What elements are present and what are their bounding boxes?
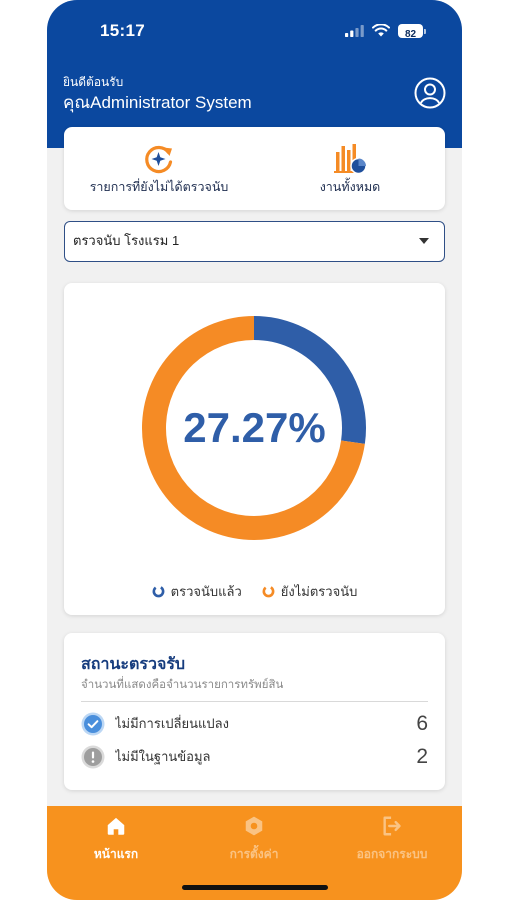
bar-chart-pie-icon	[334, 144, 367, 175]
legend-ring-icon	[262, 585, 275, 597]
profile-button[interactable]	[414, 77, 446, 109]
status-card-subtitle: จำนวนที่แสดงคือจำนวนรายการทรัพย์สิน	[81, 679, 284, 691]
nav-label-settings: การตั้งค่า	[229, 847, 279, 861]
app-header: 15:17 82 ยินดีต้อนรับ คุณAdministrator S…	[47, 0, 462, 148]
wifi-icon	[372, 24, 390, 37]
user-name: คุณAdministrator System	[63, 93, 252, 112]
home-indicator	[182, 885, 328, 890]
status-row-unchanged[interactable]: ไม่มีการเปลี่ยนแปลง 6	[81, 709, 428, 739]
nav-item-settings[interactable]: การตั้งค่า	[185, 806, 323, 876]
status-row-count: 2	[416, 745, 428, 768]
battery-body: 82	[398, 24, 423, 40]
battery-level: 82	[404, 29, 417, 40]
nav-item-home[interactable]: หน้าแรก	[47, 806, 185, 876]
nav-label-home: หน้าแรก	[93, 847, 139, 861]
chart-legend: ตรวจนับแล้ว ยังไม่ตรวจนับ	[64, 582, 445, 600]
legend-label-checked: ตรวจนับแล้ว	[170, 583, 242, 599]
inspection-status-card: สถานะตรวจรับ จำนวนที่แสดงคือจำนวนรายการท…	[64, 633, 445, 790]
cellular-signal-icon	[345, 25, 364, 37]
battery-icon: 82	[398, 24, 427, 40]
check-circle-icon	[81, 712, 105, 736]
status-row-count: 6	[416, 712, 428, 735]
status-row-label: ไม่มีการเปลี่ยนแปลง	[115, 716, 229, 731]
battery-nub	[424, 28, 426, 34]
legend-item-unchecked: ยังไม่ตรวจนับ	[262, 581, 358, 602]
home-icon	[107, 817, 125, 835]
status-card-title: สถานะตรวจรับ	[81, 656, 186, 673]
divider	[81, 701, 428, 702]
nav-label-logout: ออกจากระบบ	[356, 847, 428, 861]
legend-ring-icon	[152, 585, 165, 597]
status-time: 15:17	[100, 21, 145, 40]
phone-screen: 15:17 82 ยินดีต้อนรับ คุณAdministrator S…	[47, 0, 462, 900]
status-row-not-in-database[interactable]: ไม่มีในฐานข้อมูล 2	[81, 742, 428, 772]
legend-label-unchecked: ยังไม่ตรวจนับ	[280, 583, 358, 599]
pending-items-label: รายการที่ยังไม่ได้ตรวจนับ	[89, 180, 229, 194]
audit-select-value: ตรวจนับ โรงแรม 1	[73, 233, 180, 248]
audit-select-dropdown[interactable]: ตรวจนับ โรงแรม 1	[64, 221, 445, 262]
progress-chart-card: 27.27% ตรวจนับแล้ว ยังไม่ตรวจนับ	[64, 283, 445, 615]
quick-actions-card: รายการที่ยังไม่ได้ตรวจนับ งานทั้งหมด	[64, 127, 445, 210]
sync-progress-icon	[145, 145, 173, 174]
pending-items-button[interactable]: รายการที่ยังไม่ได้ตรวจนับ	[64, 127, 254, 210]
alert-circle-icon	[81, 745, 105, 769]
all-tasks-label: งานทั้งหมด	[319, 180, 381, 194]
caret-down-icon	[419, 238, 429, 244]
all-tasks-button[interactable]: งานทั้งหมด	[255, 127, 445, 210]
status-row-label: ไม่มีในฐานข้อมูล	[115, 749, 211, 764]
legend-item-checked: ตรวจนับแล้ว	[152, 581, 242, 602]
donut-center-percentage: 27.27%	[183, 404, 326, 451]
user-circle-icon	[414, 77, 446, 109]
settings-icon	[245, 816, 263, 836]
nav-item-logout[interactable]: ออกจากระบบ	[323, 806, 461, 876]
logout-icon	[383, 816, 401, 836]
